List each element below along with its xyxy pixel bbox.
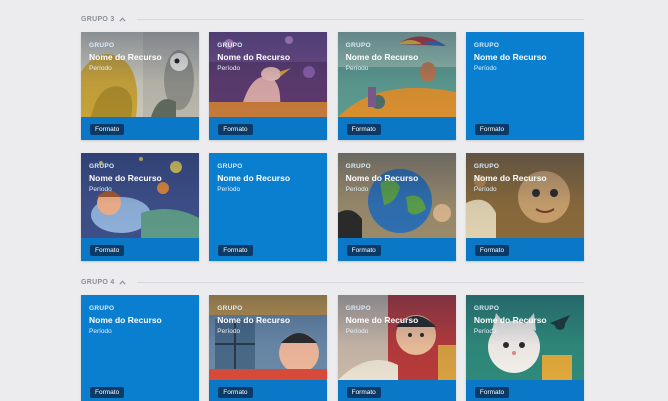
card-group: GRUPO xyxy=(473,163,500,170)
card-period: Período xyxy=(473,328,497,335)
divider xyxy=(136,18,584,20)
card-period: Período xyxy=(473,186,497,193)
card-name: Nome do Recurso xyxy=(345,173,419,183)
card-group: GRUPO xyxy=(217,305,243,312)
resource-card[interactable]: GRUPO Nome do Recurso Período Formato xyxy=(81,153,199,261)
card-info: GRUPO Nome do Recurso Período xyxy=(89,42,193,72)
card-name: Nome do Recurso xyxy=(89,315,162,325)
card-footer: Formato xyxy=(81,380,199,401)
card-footer: Formato xyxy=(337,238,456,261)
card-info: GRUPO Nome do Recurso Período xyxy=(217,305,321,335)
card-info: GRUPO Nome do Recurso Período xyxy=(474,42,578,72)
card-info: GRUPO Nome do Recurso Período xyxy=(346,42,450,72)
chevron-up-icon[interactable] xyxy=(119,278,127,286)
card-info: GRUPO Nome do Recurso Período xyxy=(474,163,578,193)
card-group: GRUPO xyxy=(217,163,243,170)
format-badge: Formato xyxy=(474,124,510,135)
card-group: GRUPO xyxy=(217,42,243,49)
card-period: Período xyxy=(345,186,369,193)
card-period: Período xyxy=(345,328,369,335)
format-badge: Formato xyxy=(90,387,125,398)
group-3-header[interactable]: GRUPO 3 xyxy=(81,13,584,25)
card-name: Nome do Recurso xyxy=(89,52,162,62)
resource-card[interactable]: GRUPO Nome do Recurso Período Formato xyxy=(209,32,328,140)
resource-card[interactable]: GRUPO Nome do Recurso Período Formato xyxy=(81,32,199,140)
card-footer: Formato xyxy=(209,117,328,140)
card-period: Período xyxy=(217,328,241,335)
format-badge: Formato xyxy=(474,387,510,398)
card-footer: Formato xyxy=(465,238,584,261)
format-badge: Formato xyxy=(90,245,125,256)
card-name: Nome do Recurso xyxy=(345,315,419,325)
card-info: GRUPO Nome do Recurso Período xyxy=(217,163,321,193)
card-name: Nome do Recurso xyxy=(473,52,547,62)
card-period: Período xyxy=(345,65,369,72)
format-badge: Formato xyxy=(90,124,125,135)
card-group: GRUPO xyxy=(345,42,371,49)
group-4-cards: GRUPO Nome do Recurso Período Formato GR… xyxy=(81,295,584,401)
card-footer: Formato xyxy=(465,380,584,401)
group-3-cards: GRUPO Nome do Recurso Período Formato GR… xyxy=(81,32,584,261)
card-info: GRUPO Nome do Recurso Período xyxy=(217,42,321,72)
group-4-header[interactable]: GRUPO 4 xyxy=(81,276,584,288)
resource-card[interactable]: GRUPO Nome do Recurso Período Formato xyxy=(465,153,584,261)
card-info: GRUPO Nome do Recurso Período xyxy=(474,305,578,335)
card-footer: Formato xyxy=(465,117,584,140)
format-badge: Formato xyxy=(346,124,381,135)
card-info: GRUPO Nome do Recurso Período xyxy=(346,163,450,193)
format-badge: Formato xyxy=(218,245,253,256)
card-period: Período xyxy=(89,186,112,193)
card-group: GRUPO xyxy=(473,305,500,312)
resource-card[interactable]: GRUPO Nome do Recurso Período Formato xyxy=(209,295,328,401)
card-period: Período xyxy=(473,65,497,72)
card-footer: Formato xyxy=(209,380,328,401)
card-footer: Formato xyxy=(337,380,456,401)
resource-library: GRUPO 3 GRUPO Nome do Recurso Período Fo… xyxy=(0,0,668,401)
card-period: Período xyxy=(217,65,241,72)
card-name: Nome do Recurso xyxy=(345,52,419,62)
resource-card[interactable]: GRUPO Nome do Recurso Período Formato xyxy=(337,32,456,140)
card-footer: Formato xyxy=(81,238,199,261)
card-period: Período xyxy=(89,65,112,72)
card-footer: Formato xyxy=(337,117,456,140)
resource-card[interactable]: GRUPO Nome do Recurso Período Formato xyxy=(465,32,584,140)
card-name: Nome do Recurso xyxy=(89,173,162,183)
card-group: GRUPO xyxy=(473,42,500,49)
card-name: Nome do Recurso xyxy=(473,173,547,183)
resource-card[interactable]: GRUPO Nome do Recurso Período Formato xyxy=(209,153,328,261)
card-group: GRUPO xyxy=(89,42,115,49)
card-period: Período xyxy=(89,328,112,335)
card-name: Nome do Recurso xyxy=(217,173,291,183)
card-info: GRUPO Nome do Recurso Período xyxy=(346,305,450,335)
resource-card[interactable]: GRUPO Nome do Recurso Período Formato xyxy=(81,295,199,401)
card-footer: Formato xyxy=(81,117,199,140)
resource-card[interactable]: GRUPO Nome do Recurso Período Formato xyxy=(465,295,584,401)
group-title: GRUPO 3 xyxy=(81,15,115,23)
resource-card[interactable]: GRUPO Nome do Recurso Período Formato xyxy=(337,295,456,401)
chevron-up-icon[interactable] xyxy=(119,15,127,23)
format-badge: Formato xyxy=(346,245,381,256)
format-badge: Formato xyxy=(346,387,381,398)
card-name: Nome do Recurso xyxy=(473,315,547,325)
card-period: Período xyxy=(217,186,241,193)
card-info: GRUPO Nome do Recurso Período xyxy=(89,305,193,335)
card-name: Nome do Recurso xyxy=(217,52,291,62)
card-name: Nome do Recurso xyxy=(217,315,291,325)
card-footer: Formato xyxy=(209,238,328,261)
card-group: GRUPO xyxy=(345,163,371,170)
card-group: GRUPO xyxy=(89,305,115,312)
card-group: GRUPO xyxy=(89,163,115,170)
card-info: GRUPO Nome do Recurso Período xyxy=(89,163,193,193)
format-badge: Formato xyxy=(474,245,510,256)
format-badge: Formato xyxy=(218,387,253,398)
resource-card[interactable]: GRUPO Nome do Recurso Período Formato xyxy=(337,153,456,261)
card-group: GRUPO xyxy=(345,305,371,312)
group-title: GRUPO 4 xyxy=(81,278,115,286)
divider xyxy=(136,281,584,283)
format-badge: Formato xyxy=(218,124,253,135)
